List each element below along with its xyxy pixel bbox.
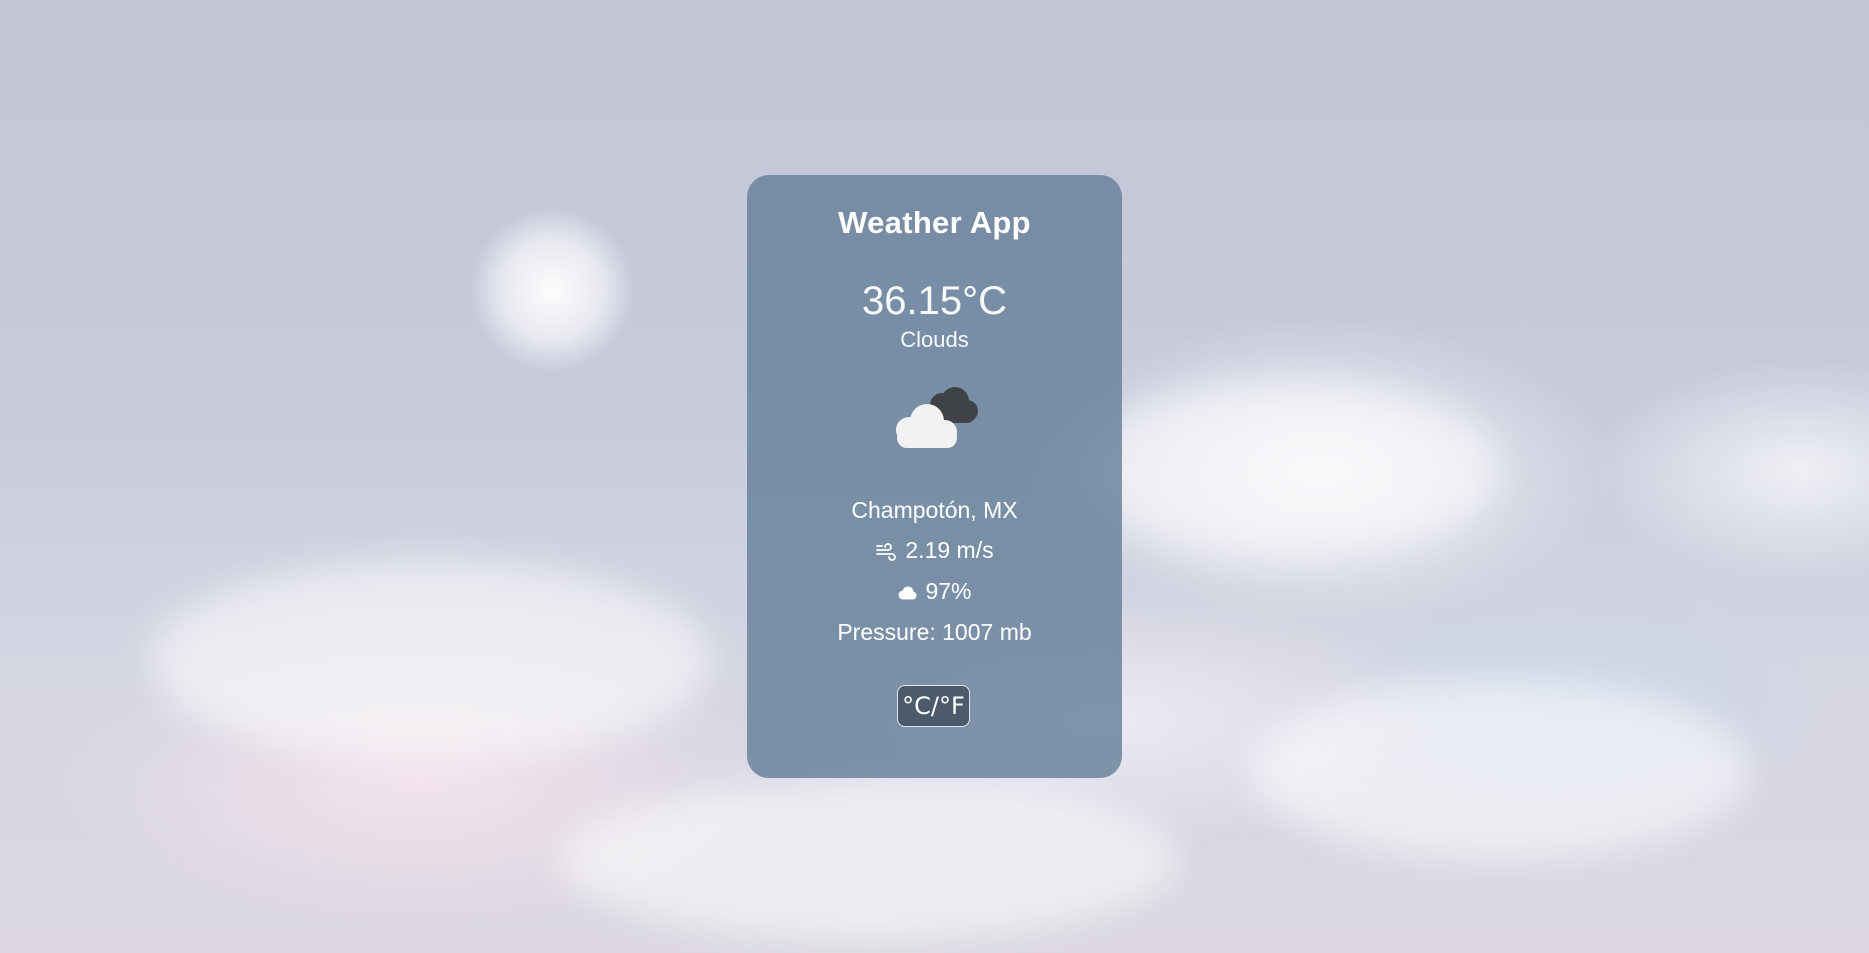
wind-row: 2.19 m/s — [747, 537, 1122, 564]
background-cloud — [560, 780, 1180, 940]
wind-speed: 2.19 m/s — [905, 537, 994, 563]
app-title: Weather App — [838, 205, 1031, 240]
pressure-label: Pressure: 1007 mb — [837, 619, 1032, 645]
background-cloud — [1250, 680, 1750, 860]
weather-card: Weather App 36.15°C Clouds Champotón, MX… — [747, 175, 1122, 778]
humidity-row: 97% — [747, 578, 1122, 605]
unit-toggle-button[interactable]: °C/°F — [897, 685, 970, 727]
background-cloud — [150, 560, 710, 760]
wind-icon — [876, 543, 897, 561]
location-label: Champotón, MX — [851, 497, 1018, 523]
weather-condition: Clouds — [900, 327, 969, 352]
cloud-icon — [898, 586, 917, 600]
humidity-value: 97% — [925, 578, 972, 604]
clouds-icon — [896, 387, 978, 448]
temperature: 36.15°C — [862, 279, 1007, 323]
background-cloud — [1080, 380, 1500, 560]
